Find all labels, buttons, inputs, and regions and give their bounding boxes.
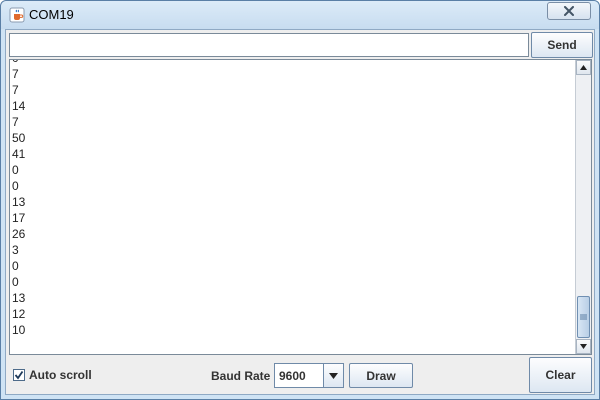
output-line: 50 (12, 131, 26, 145)
output-line: 13 (12, 291, 26, 305)
autoscroll-checkbox[interactable] (13, 369, 25, 381)
output-line: 0 (12, 259, 19, 273)
arrow-down-icon (580, 344, 587, 349)
serial-monitor-window: COM19 Send 077147504100131726300131210 (0, 0, 600, 400)
output-line: 7 (12, 67, 19, 81)
output-line: 17 (12, 211, 26, 225)
serial-output-area[interactable]: 077147504100131726300131210 (9, 59, 592, 355)
vertical-scrollbar[interactable] (575, 60, 591, 354)
output-line: 0 (12, 275, 19, 289)
window-client-area: Send 077147504100131726300131210 (5, 29, 595, 395)
scroll-down-button[interactable] (576, 339, 591, 354)
chevron-down-icon (329, 372, 338, 379)
close-icon (564, 6, 574, 16)
baud-rate-select[interactable]: 9600 (274, 363, 344, 388)
arrow-up-icon (580, 65, 587, 70)
output-line: 3 (12, 243, 19, 257)
output-line: 0 (12, 179, 19, 193)
scroll-thumb[interactable] (577, 296, 590, 338)
output-line: 14 (12, 99, 26, 113)
autoscroll-label: Auto scroll (29, 368, 92, 382)
grip-icon (580, 314, 587, 320)
window-close-button[interactable] (547, 2, 591, 20)
title-bar: COM19 (1, 1, 599, 29)
draw-button[interactable]: Draw (349, 363, 413, 388)
dropdown-button[interactable] (323, 364, 343, 387)
output-line: 26 (12, 227, 26, 241)
output-line: 7 (12, 115, 19, 129)
java-cup-icon (9, 7, 25, 23)
output-line: 41 (12, 147, 26, 161)
output-line: 10 (12, 323, 26, 337)
baud-rate-label: Baud Rate (211, 369, 271, 383)
scroll-up-button[interactable] (576, 60, 591, 75)
send-input[interactable] (9, 33, 529, 57)
bottom-toolbar: Auto scroll Baud Rate 9600 Draw Clear (6, 355, 594, 395)
baud-rate-value: 9600 (279, 368, 306, 383)
output-line: 7 (12, 83, 19, 97)
window-title: COM19 (29, 7, 74, 22)
autoscroll-toggle[interactable]: Auto scroll (13, 368, 92, 382)
output-line: 12 (12, 307, 26, 321)
output-line: 0 (12, 163, 19, 177)
clear-button[interactable]: Clear (529, 357, 592, 393)
send-button[interactable]: Send (531, 32, 593, 58)
output-line: 13 (12, 195, 26, 209)
output-line: 0 (12, 60, 572, 66)
output-lines: 077147504100131726300131210 (12, 60, 572, 338)
checkmark-icon (14, 370, 24, 380)
